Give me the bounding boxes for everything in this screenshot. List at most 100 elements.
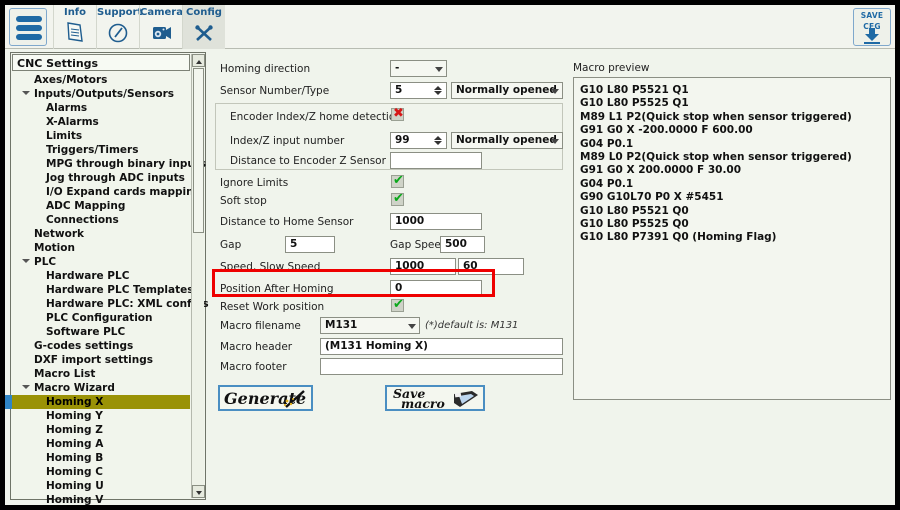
stepper-down-icon[interactable] xyxy=(434,141,442,145)
scroll-up-button[interactable] xyxy=(192,54,205,67)
sensor-number-stepper[interactable]: 5 xyxy=(390,82,447,99)
chevron-down-icon[interactable] xyxy=(22,91,30,95)
tab-support[interactable]: Support xyxy=(96,5,139,49)
save-cfg-button[interactable]: SAVE CFG xyxy=(853,8,891,46)
speed-input[interactable]: 1000 xyxy=(390,258,456,275)
gap-value: 5 xyxy=(290,238,297,250)
macro-preview-line: G10 L80 P5525 Q0 xyxy=(580,218,890,231)
sidebar-item-homing-u[interactable]: Homing U xyxy=(12,479,190,493)
scroll-down-button[interactable] xyxy=(192,485,205,498)
macro-filename-label: Macro filename xyxy=(220,320,301,332)
settings-tree[interactable]: Axes/MotorsInputs/Outputs/SensorsAlarmsX… xyxy=(12,73,190,506)
sidebar-item-axes-motors[interactable]: Axes/Motors xyxy=(12,73,190,87)
sidebar-item-adc-mapping[interactable]: ADC Mapping xyxy=(12,199,190,213)
sidebar-item-label: MPG through binary inputs xyxy=(46,158,206,170)
macro-filename-select[interactable]: M131 xyxy=(320,317,420,334)
generate-button[interactable]: Generate xyxy=(218,385,313,411)
sensor-number-value: 5 xyxy=(395,84,402,96)
sidebar-item-x-alarms[interactable]: X-Alarms xyxy=(12,115,190,129)
sidebar-item-label: Triggers/Timers xyxy=(46,144,138,156)
sidebar-item-plc[interactable]: PLC xyxy=(12,255,190,269)
index-input-type-select[interactable]: Normally opened xyxy=(451,132,563,149)
sidebar-item-i-o-expand-cards-mapping[interactable]: I/O Expand cards mapping xyxy=(12,185,190,199)
sidebar-item-hardware-plc-templates[interactable]: Hardware PLC Templates xyxy=(12,283,190,297)
sidebar-item-macro-list[interactable]: Macro List xyxy=(12,367,190,381)
distance-home-sensor-input[interactable]: 1000 xyxy=(390,213,482,230)
sidebar-item-motion[interactable]: Motion xyxy=(12,241,190,255)
sidebar-item-dxf-import-settings[interactable]: DXF import settings xyxy=(12,353,190,367)
sidebar-item-label: Motion xyxy=(34,242,75,254)
sidebar-item-homing-c[interactable]: Homing C xyxy=(12,465,190,479)
macro-preview-line: G10 L80 P7391 Q0 (Homing Flag) xyxy=(580,231,890,244)
chevron-down-icon xyxy=(408,324,416,329)
sidebar-item-label: PLC xyxy=(34,256,56,268)
sidebar-item-label: Software PLC xyxy=(46,326,125,338)
chevron-down-icon[interactable] xyxy=(22,385,30,389)
gap-speed-input[interactable]: 500 xyxy=(440,236,485,253)
sidebar-item-homing-y[interactable]: Homing Y xyxy=(12,409,190,423)
macro-preview-line: G91 G0 X 200.0000 F 30.00 xyxy=(580,164,890,177)
floppy-disk-icon xyxy=(452,390,480,411)
macro-preview-line: G10 L80 P5521 Q0 xyxy=(580,205,890,218)
sidebar-item-homing-z[interactable]: Homing Z xyxy=(12,423,190,437)
sidebar-item-alarms[interactable]: Alarms xyxy=(12,101,190,115)
sidebar-item-mpg-through-binary-inputs[interactable]: MPG through binary inputs xyxy=(12,157,190,171)
reset-work-position-label: Reset Work position xyxy=(220,301,324,313)
tab-support-label: Support xyxy=(97,7,139,18)
chevron-down-icon[interactable] xyxy=(22,259,30,263)
sidebar-item-homing-x[interactable]: Homing X xyxy=(12,395,190,409)
stepper-up-icon[interactable] xyxy=(434,136,442,140)
chevron-down-icon xyxy=(196,491,202,495)
sidebar-item-connections[interactable]: Connections xyxy=(12,213,190,227)
tab-info[interactable]: Info xyxy=(53,5,96,49)
tab-config[interactable]: Config xyxy=(182,5,225,49)
sidebar-item-jog-through-adc-inputs[interactable]: Jog through ADC inputs xyxy=(12,171,190,185)
scrollbar-thumb[interactable] xyxy=(193,68,204,233)
cnc-settings-window: Info Support xyxy=(4,4,896,506)
sidebar-item-macro-wizard[interactable]: Macro Wizard xyxy=(12,381,190,395)
sidebar-item-label: Jog through ADC inputs xyxy=(46,172,185,184)
ignore-limits-checkbox[interactable]: ✔ xyxy=(391,175,404,188)
stepper-down-icon[interactable] xyxy=(434,91,442,95)
sidebar-item-hardware-plc[interactable]: Hardware PLC xyxy=(12,269,190,283)
sidebar-item-homing-b[interactable]: Homing B xyxy=(12,451,190,465)
stepper-up-icon[interactable] xyxy=(434,86,442,90)
sidebar-item-network[interactable]: Network xyxy=(12,227,190,241)
encoder-index-checkbox[interactable]: ✖ xyxy=(391,108,404,121)
sidebar-item-inputs-outputs-sensors[interactable]: Inputs/Outputs/Sensors xyxy=(12,87,190,101)
tab-camera[interactable]: Camera xyxy=(139,5,182,49)
sidebar-item-label: Homing C xyxy=(46,466,103,478)
download-arrow-icon xyxy=(862,28,882,47)
macro-header-input[interactable]: (M131 Homing X) xyxy=(320,338,563,355)
soft-stop-checkbox[interactable]: ✔ xyxy=(391,193,404,206)
sidebar-item-g-codes-settings[interactable]: G-codes settings xyxy=(12,339,190,353)
gap-input[interactable]: 5 xyxy=(285,236,335,253)
macro-footer-input[interactable] xyxy=(320,358,563,375)
sidebar-item-hardware-plc-xml-configs[interactable]: Hardware PLC: XML configs xyxy=(12,297,190,311)
sidebar-scrollbar[interactable] xyxy=(191,54,204,498)
slow-speed-input[interactable]: 60 xyxy=(458,258,524,275)
index-input-stepper[interactable]: 99 xyxy=(390,132,447,149)
encoder-index-label: Encoder Index/Z home detection xyxy=(230,111,402,123)
macro-preview-line: G10 L80 P5525 Q1 xyxy=(580,97,890,110)
sidebar-item-triggers-timers[interactable]: Triggers/Timers xyxy=(12,143,190,157)
save-macro-button[interactable]: Save macro xyxy=(385,385,485,411)
index-input-label: Index/Z input number xyxy=(230,135,344,147)
homing-direction-select[interactable]: - xyxy=(390,60,447,77)
sidebar-item-plc-configuration[interactable]: PLC Configuration xyxy=(12,311,190,325)
gap-speed-label: Gap Speed xyxy=(390,239,448,251)
macro-filename-hint: (*)default is: M131 xyxy=(425,320,518,331)
sidebar-item-software-plc[interactable]: Software PLC xyxy=(12,325,190,339)
hamburger-menu-button[interactable] xyxy=(9,8,47,46)
sidebar-item-limits[interactable]: Limits xyxy=(12,129,190,143)
sensor-type-select[interactable]: Normally opened xyxy=(451,82,563,99)
sidebar-item-homing-v[interactable]: Homing V xyxy=(12,493,190,506)
sidebar-item-homing-a[interactable]: Homing A xyxy=(12,437,190,451)
distance-encoder-z-input[interactable] xyxy=(390,152,482,169)
tab-info-label: Info xyxy=(54,7,96,18)
gap-label: Gap xyxy=(220,239,241,251)
position-after-homing-input[interactable]: 0 xyxy=(390,280,482,297)
reset-work-position-checkbox[interactable]: ✔ xyxy=(391,299,404,312)
macro-preview-panel[interactable]: G10 L80 P5521 Q1G10 L80 P5525 Q1M89 L1 P… xyxy=(573,77,891,400)
distance-home-sensor-label: Distance to Home Sensor xyxy=(220,216,353,228)
